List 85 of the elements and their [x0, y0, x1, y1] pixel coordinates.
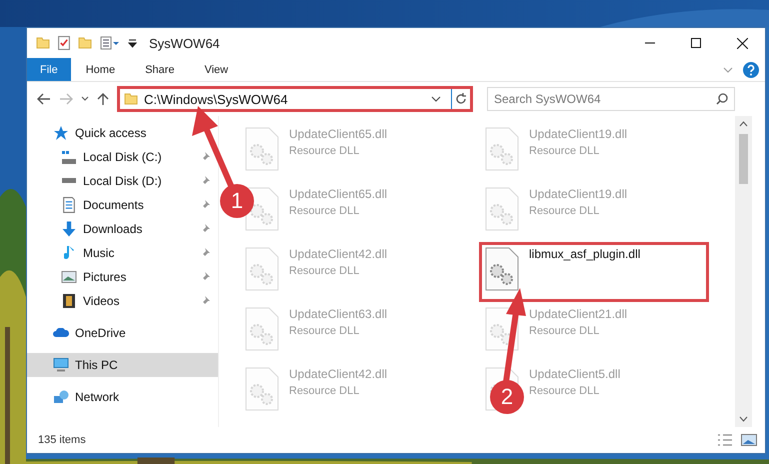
navigation-label: Pictures [83, 270, 128, 284]
navigation-label: Downloads [83, 222, 144, 236]
folder-icon[interactable] [78, 37, 92, 49]
settings-file-icon [245, 367, 279, 411]
file-type: Resource DLL [289, 205, 360, 217]
chevron-down-icon [81, 96, 89, 102]
navigation-label: Network [75, 390, 120, 404]
scrollbar-thumb[interactable] [739, 134, 748, 184]
properties-icon[interactable] [58, 36, 70, 50]
drive-icon [61, 178, 77, 184]
scrollbar[interactable] [735, 116, 752, 427]
file-type: Resource DLL [529, 385, 600, 397]
navigation-label: Documents [83, 198, 145, 212]
ribbon-tab[interactable]: Share [130, 58, 190, 81]
highlighted-file[interactable]: libmux_asf_plugin.dll [481, 244, 707, 300]
file-type: Resource DLL [529, 205, 600, 217]
search-field[interactable]: Search SysWOW64 [487, 87, 735, 111]
ribbon-tab[interactable]: View [189, 58, 244, 81]
settings-file-icon [485, 307, 519, 351]
navigation-item[interactable]: Network [27, 385, 218, 409]
navigation-label: Local Disk (C:) [83, 150, 163, 164]
details-view-icon[interactable] [717, 434, 733, 446]
folder-icon[interactable] [124, 93, 138, 105]
settings-file-icon [485, 247, 519, 291]
navigation-item[interactable]: Videos [27, 289, 218, 313]
cloud-icon [53, 328, 69, 338]
navigation-label: OneDrive [75, 326, 127, 340]
film-icon [63, 293, 75, 309]
navigation-item[interactable]: Local Disk (C:) [27, 145, 218, 169]
navigation-item[interactable]: Quick access [27, 121, 218, 145]
star-icon [53, 125, 69, 141]
search-icon [716, 93, 728, 105]
minimize-icon [645, 42, 655, 44]
navigation-label: Music [83, 246, 116, 260]
help-icon[interactable] [743, 62, 759, 78]
navigation-item[interactable]: Local Disk (D:) [27, 169, 218, 193]
forward-arrow-icon [59, 93, 73, 105]
file-type: Resource DLL [529, 145, 600, 157]
navigation-item[interactable]: This PC [27, 353, 218, 377]
navigation-label: Videos [83, 294, 120, 308]
folder-icon[interactable] [36, 37, 50, 49]
picture-icon [61, 271, 77, 283]
address-path: C:\Windows\SysWOW64 [144, 92, 289, 106]
file-type: Resource DLL [289, 145, 360, 157]
navigation-item[interactable]: Documents [27, 193, 218, 217]
ribbon-tab[interactable]: Home [70, 58, 130, 81]
navigation-label: This PC [75, 358, 119, 372]
settings-file-icon [245, 247, 279, 291]
view-options-icon[interactable] [100, 36, 120, 50]
file-menu[interactable]: File [27, 58, 71, 81]
document-icon [63, 197, 75, 213]
navigation-item[interactable]: Downloads [27, 217, 218, 241]
file-type: Resource DLL [529, 325, 600, 337]
settings-file-icon [245, 127, 279, 171]
drive-icon [61, 150, 77, 164]
back-button[interactable] [35, 91, 53, 107]
file-type: Resource DLL [289, 325, 360, 337]
up-arrow-icon [97, 92, 109, 106]
navigation-item[interactable]: OneDrive [27, 321, 218, 345]
settings-file-icon [245, 307, 279, 351]
navigation-item[interactable]: Music [27, 241, 218, 265]
close-icon [736, 38, 748, 48]
large-icons-view-icon[interactable] [741, 434, 757, 446]
scroll-down-icon[interactable] [739, 416, 748, 422]
file-type: Resource DLL [289, 385, 360, 397]
settings-file-icon [485, 187, 519, 231]
navigation-item[interactable]: Pictures [27, 265, 218, 289]
file-type: Resource DLL [289, 265, 360, 277]
monitor-icon [53, 358, 69, 372]
dropdown-icon[interactable] [128, 38, 137, 48]
music-note-icon [64, 245, 74, 261]
item-count: 135 items [38, 434, 86, 446]
back-arrow-icon [37, 93, 51, 105]
address-bar[interactable]: C:\Windows\SysWOW64 [117, 86, 473, 112]
scroll-up-icon[interactable] [739, 121, 748, 127]
network-icon [53, 390, 69, 404]
window-title: SysWOW64 [149, 36, 220, 50]
file-name[interactable]: libmux_asf_plugin.dll [529, 247, 640, 261]
navigation-label: Local Disk (D:) [83, 174, 163, 188]
navigation-label: Quick access [75, 126, 148, 140]
refresh-icon[interactable] [455, 93, 467, 105]
down-arrow-icon [62, 221, 76, 237]
settings-file-icon [485, 127, 519, 171]
maximize-icon [691, 38, 701, 48]
chevron-down-icon[interactable] [431, 96, 441, 102]
